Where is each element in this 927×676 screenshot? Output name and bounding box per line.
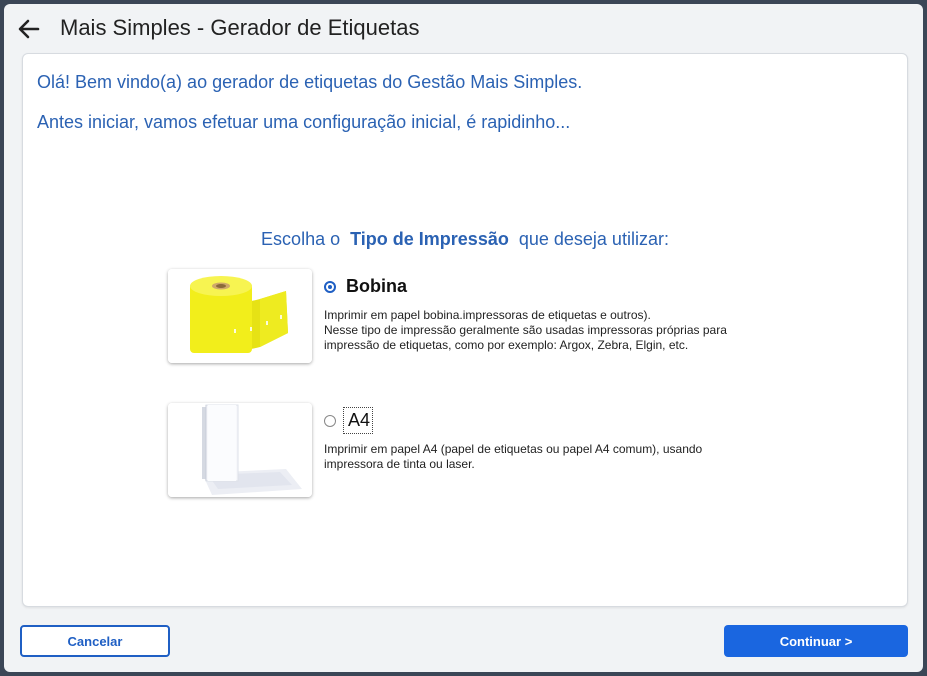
setup-intro-message: Antes iniciar, vamos efetuar uma configu…: [37, 112, 571, 132]
option-a4-label: A4: [342, 407, 374, 434]
radio-a4[interactable]: [324, 414, 336, 427]
welcome-message: Olá! Bem vindo(a) ao gerador de etiqueta…: [37, 72, 583, 92]
dialog-header: Mais Simples - Gerador de Etiquetas: [4, 4, 923, 54]
arrow-left-icon: [18, 19, 40, 39]
setup-panel: Olá! Bem vindo(a) ao gerador de etiqueta…: [22, 53, 908, 607]
option-a4-description: Imprimir em papel A4 (papel de etiquetas…: [324, 442, 702, 472]
option-bobina-description: Imprimir em papel bobina.impressoras de …: [324, 308, 727, 353]
prompt-prefix: Escolha o: [261, 229, 341, 249]
label-generator-dialog: Mais Simples - Gerador de Etiquetas Olá!…: [4, 4, 923, 672]
dialog-title: Mais Simples - Gerador de Etiquetas: [60, 15, 420, 40]
back-button[interactable]: [14, 14, 44, 44]
option-a4[interactable]: A4: [324, 407, 374, 434]
continue-button[interactable]: Continuar >: [724, 625, 908, 657]
cancel-button[interactable]: Cancelar: [20, 625, 170, 657]
a4-paper-stack-image[interactable]: [168, 403, 312, 497]
description-line: Nesse tipo de impressão geralmente são u…: [324, 323, 727, 337]
option-bobina[interactable]: Bobina: [324, 276, 407, 297]
description-line: impressão de etiquetas, como por exemplo…: [324, 338, 689, 352]
radio-bobina[interactable]: [324, 280, 336, 293]
description-line: Imprimir em papel bobina.impressoras de …: [324, 308, 651, 322]
description-line: Imprimir em papel A4 (papel de etiquetas…: [324, 442, 703, 456]
prompt-emphasis: Tipo de Impressão: [350, 229, 509, 249]
yellow-label-roll-image[interactable]: [168, 269, 312, 363]
print-type-prompt: Escolha o Tipo de Impressão que deseja u…: [23, 229, 907, 250]
description-line: impressora de tinta ou laser.: [324, 457, 475, 471]
prompt-suffix: que deseja utilizar:: [518, 229, 669, 249]
option-bobina-label: Bobina: [346, 276, 407, 296]
